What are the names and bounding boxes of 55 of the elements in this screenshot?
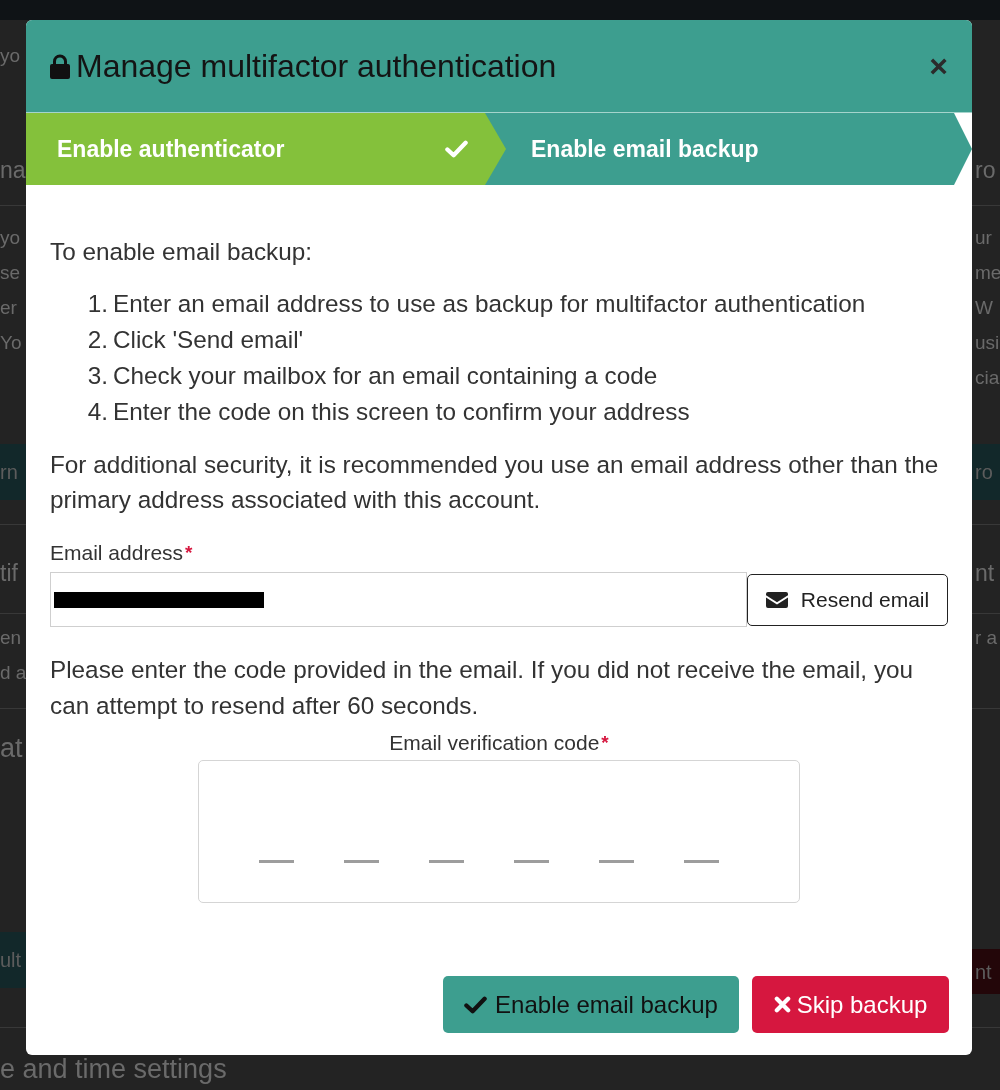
page-text-fragment: er: [0, 298, 17, 317]
placeholder-dash-icon: [514, 860, 549, 863]
instruction-text: Enter the code on this screen to confirm your address: [113, 397, 690, 427]
page-text-fragment: se: [0, 263, 21, 282]
security-note: For additional security, it is recommended you use an email address other than the primary address associated with this account.: [50, 450, 940, 515]
button-fragment: nt: [972, 949, 1000, 994]
page-text-fragment: d a: [0, 663, 27, 682]
page-text-fragment: e and time settings: [0, 1055, 227, 1083]
page-text-fragment: r a: [974, 628, 999, 647]
instruction-text: Click 'Send email': [113, 325, 304, 355]
placeholder-dash-icon: [344, 860, 379, 863]
page-text-fragment: usi: [974, 333, 1000, 352]
lock-icon: [50, 53, 70, 79]
email-label: Email address*: [50, 541, 194, 565]
page-text-fragment: tif: [0, 561, 18, 585]
section-bar: ro: [972, 444, 1000, 500]
page-text-fragment: ro: [974, 158, 997, 182]
wizard-step[interactable]: Enable email backup: [485, 113, 972, 185]
envelope-icon: [765, 591, 788, 608]
dialog-title: Manage multifactor authentication: [76, 47, 557, 86]
check-icon: [464, 995, 488, 1014]
placeholder-dash-icon: [599, 860, 634, 863]
resend-email-button[interactable]: Resend email: [747, 573, 948, 626]
page-text-fragment: Yo: [0, 333, 22, 352]
intro-text: To enable email backup:: [50, 237, 314, 267]
page-text-fragment: en: [0, 628, 22, 647]
email-input-field[interactable]: [50, 572, 747, 627]
placeholder-dash-icon: [429, 860, 464, 863]
list-number: 3.: [87, 361, 108, 391]
placeholder-dash-icon: [259, 860, 294, 863]
section-bar: rn: [0, 444, 26, 500]
page-text-fragment: cia: [974, 368, 1000, 387]
skip-backup-button[interactable]: Skip backup: [752, 976, 949, 1033]
page-text-fragment: ur: [974, 228, 993, 247]
code-instructions: Please enter the code provided in the email. If you did not receive the email, you can attempt to resend after 60 seconds.: [50, 655, 915, 721]
check-icon: [445, 140, 468, 158]
page-text-fragment: yo: [0, 45, 21, 65]
page-text-fragment: me: [974, 263, 1000, 282]
list-number: 1.: [87, 289, 108, 319]
instruction-text: Check your mailbox for an email containing a code: [113, 361, 658, 391]
x-icon: [773, 996, 791, 1013]
code-input-field[interactable]: [198, 760, 800, 903]
code-label: Email verification code*: [388, 731, 610, 755]
page-text-fragment: nt: [974, 561, 996, 585]
section-bar: ult: [0, 932, 26, 988]
placeholder-dash-icon: [684, 860, 719, 863]
page-text-fragment: W: [974, 298, 994, 317]
close-button[interactable]: ×: [929, 50, 948, 82]
list-number: 2.: [87, 325, 108, 355]
list-number: 4.: [87, 397, 108, 427]
page-text-fragment: na: [0, 158, 26, 182]
enable-backup-button[interactable]: Enable email backup: [443, 976, 739, 1033]
page-text-fragment: yo: [0, 228, 21, 247]
page-text-fragment: at: [0, 734, 23, 762]
instruction-text: Enter an email address to use as backup for multifactor authentication: [113, 289, 866, 319]
